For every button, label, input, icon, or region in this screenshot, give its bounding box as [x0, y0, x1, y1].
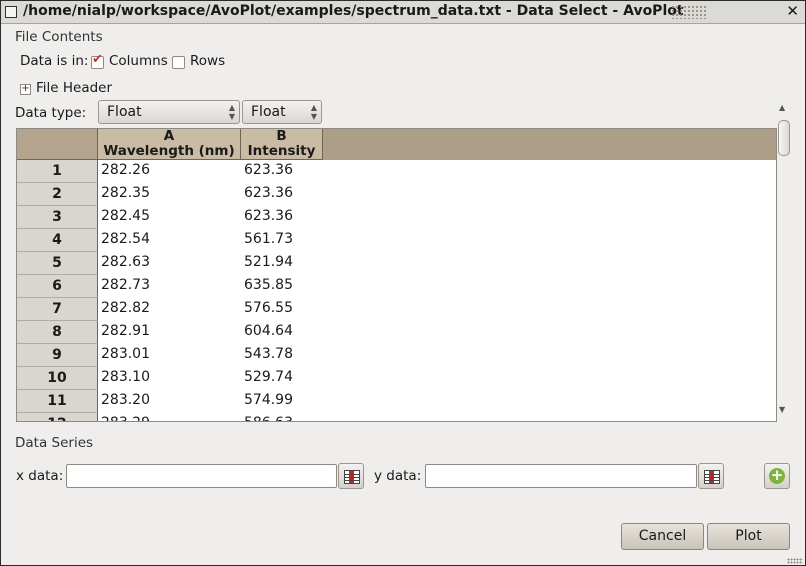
window-menu-icon[interactable] [5, 6, 17, 18]
row-header[interactable]: 8 [17, 321, 98, 344]
row-header[interactable]: 11 [17, 390, 98, 413]
row-header[interactable]: 4 [17, 229, 98, 252]
rows-label[interactable]: Rows [190, 53, 225, 69]
y-data-label: y data: [374, 468, 422, 484]
close-icon[interactable]: ✕ [786, 2, 799, 20]
data-type-value-a: Float [107, 104, 142, 120]
grid-vertical-scrollbar[interactable]: ▲ ▼ [776, 103, 790, 420]
column-select-icon [344, 470, 360, 484]
cell-wavelength[interactable]: 282.91 [98, 321, 240, 344]
row-header[interactable]: 6 [17, 275, 98, 298]
cell-wavelength[interactable]: 282.26 [98, 160, 240, 183]
data-type-label: Data type: [15, 105, 87, 121]
cell-wavelength[interactable]: 283.01 [98, 344, 240, 367]
scroll-thumb[interactable] [778, 120, 790, 156]
cell-intensity[interactable]: 574.99 [241, 390, 322, 413]
row-header[interactable]: 1 [17, 160, 98, 183]
cell-intensity[interactable]: 623.36 [241, 206, 322, 229]
cell-intensity[interactable]: 623.36 [241, 183, 322, 206]
row-header[interactable]: 5 [17, 252, 98, 275]
column-header-b[interactable]: B Intensity [241, 129, 323, 160]
row-header[interactable]: 7 [17, 298, 98, 321]
y-data-select-button[interactable] [698, 463, 724, 489]
data-grid[interactable]: A Wavelength (nm) B Intensity 1 282.26 623… [16, 128, 777, 422]
cell-intensity[interactable]: 576.55 [241, 298, 322, 321]
row-header[interactable]: 10 [17, 367, 98, 390]
data-type-value-b: Float [251, 104, 286, 120]
cell-intensity[interactable]: 521.94 [241, 252, 322, 275]
cell-intensity[interactable]: 623.36 [241, 160, 322, 183]
spin-arrows-icon: ▲ ▼ [228, 103, 235, 121]
cell-wavelength[interactable]: 282.35 [98, 183, 240, 206]
titlebar-grip [671, 5, 707, 19]
column-name: Wavelength (nm) [103, 143, 235, 159]
cell-intensity[interactable]: 586.63 [241, 413, 322, 421]
checkmark-icon: ✔ [92, 52, 103, 67]
resize-grip[interactable] [787, 558, 803, 564]
cell-wavelength[interactable]: 283.29 [98, 413, 240, 421]
cancel-button[interactable]: Cancel [621, 523, 704, 550]
row-header[interactable]: 9 [17, 344, 98, 367]
column-letter: B [276, 129, 287, 144]
cell-wavelength[interactable]: 283.20 [98, 390, 240, 413]
y-data-input[interactable] [425, 464, 697, 488]
columns-label[interactable]: Columns [109, 53, 168, 69]
cell-intensity[interactable]: 529.74 [241, 367, 322, 390]
x-data-label: x data: [16, 468, 64, 484]
cell-wavelength[interactable]: 282.45 [98, 206, 240, 229]
x-data-select-button[interactable] [338, 463, 364, 489]
data-is-in-label: Data is in: [20, 53, 89, 69]
cell-intensity[interactable]: 543.78 [241, 344, 322, 367]
data-series-legend: Data Series [15, 435, 94, 451]
add-plus-icon: + [769, 466, 785, 484]
plot-button[interactable]: Plot [707, 523, 790, 550]
column-header-a[interactable]: A Wavelength (nm) [98, 129, 241, 160]
rows-checkbox[interactable] [172, 56, 185, 69]
cell-wavelength[interactable]: 282.63 [98, 252, 240, 275]
scroll-up-icon[interactable]: ▲ [779, 103, 785, 112]
column-select-icon [704, 470, 720, 484]
column-name: Intensity [247, 143, 316, 159]
file-contents-legend: File Contents [15, 29, 103, 45]
column-letter: A [163, 129, 175, 144]
data-select-dialog: /home/nialp/workspace/AvoPlot/examples/s… [0, 0, 806, 566]
spin-arrows-icon: ▲ ▼ [310, 103, 317, 121]
add-series-button[interactable]: + [764, 463, 790, 489]
grid-corner[interactable] [17, 129, 98, 160]
cell-wavelength[interactable]: 283.10 [98, 367, 240, 390]
window-title: /home/nialp/workspace/AvoPlot/examples/s… [23, 3, 684, 19]
data-type-select-b[interactable]: Float ▲ ▼ [242, 100, 322, 124]
cell-wavelength[interactable]: 282.54 [98, 229, 240, 252]
columns-checkbox[interactable]: ✔ [91, 52, 104, 69]
title-bar[interactable]: /home/nialp/workspace/AvoPlot/examples/s… [1, 1, 805, 24]
row-header[interactable]: 12 [17, 413, 98, 421]
cell-wavelength[interactable]: 282.73 [98, 275, 240, 298]
x-data-input[interactable] [66, 464, 337, 488]
expand-plus-icon[interactable]: + [20, 84, 31, 95]
data-type-select-a[interactable]: Float ▲ ▼ [98, 100, 240, 124]
row-header[interactable]: 3 [17, 206, 98, 229]
cell-intensity[interactable]: 561.73 [241, 229, 322, 252]
cell-wavelength[interactable]: 282.82 [98, 298, 240, 321]
file-header-expander[interactable]: File Header [36, 80, 112, 96]
cell-intensity[interactable]: 635.85 [241, 275, 322, 298]
cell-intensity[interactable]: 604.64 [241, 321, 322, 344]
scroll-down-icon[interactable]: ▼ [779, 405, 785, 414]
row-header[interactable]: 2 [17, 183, 98, 206]
